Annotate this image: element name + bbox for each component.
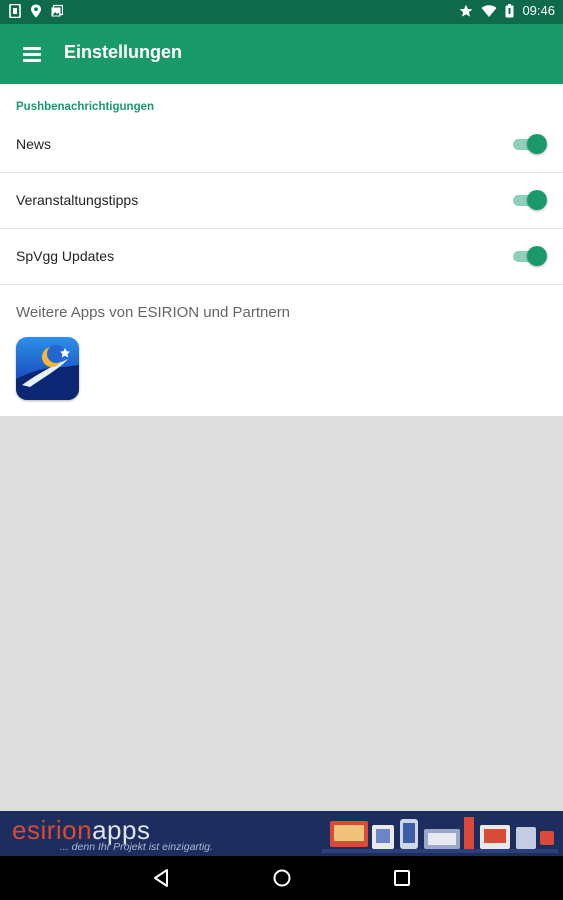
battery-icon — [505, 3, 514, 17]
settings-panel: Pushbenachrichtigungen News Veranstaltun… — [0, 84, 563, 416]
setting-label-veranstaltungstipps: Veranstaltungstipps — [16, 192, 139, 208]
setting-row-news[interactable]: News — [0, 116, 563, 173]
banner-brand: esirionapps — [12, 815, 151, 845]
toggle-veranstaltungstipps[interactable] — [511, 190, 547, 210]
status-bar: 09:46 — [0, 0, 563, 24]
wifi-icon — [481, 4, 497, 17]
setting-label-news: News — [16, 136, 52, 152]
setting-row-veranstaltungstipps[interactable]: Veranstaltungstipps — [0, 172, 563, 229]
location-icon — [31, 4, 41, 18]
sim-icon — [9, 4, 21, 18]
status-time: 09:46 — [522, 3, 555, 18]
navigation-bar — [0, 856, 563, 900]
setting-label-spvgg-updates: SpVgg Updates — [16, 248, 115, 264]
home-icon[interactable] — [270, 866, 294, 890]
app-bar: Einstellungen — [0, 24, 563, 84]
partner-app-icon[interactable] — [16, 337, 79, 400]
setting-row-spvgg-updates[interactable]: SpVgg Updates — [0, 228, 563, 285]
more-apps-label: Weitere Apps von ESIRION und Partnern — [16, 304, 291, 321]
banner-devices-illustration — [322, 817, 558, 853]
back-icon[interactable] — [150, 866, 174, 890]
toggle-news[interactable] — [511, 134, 547, 154]
ad-banner[interactable]: esirionapps ... denn Ihr Projekt ist ein… — [0, 811, 563, 856]
banner-tagline: ... denn Ihr Projekt ist einzigartig. — [60, 841, 213, 853]
star-icon — [460, 4, 473, 17]
photo-icon — [51, 4, 63, 17]
page-title: Einstellungen — [64, 42, 183, 62]
recents-icon[interactable] — [390, 866, 414, 890]
toggle-spvgg-updates[interactable] — [511, 246, 547, 266]
hamburger-menu-icon[interactable] — [20, 42, 44, 66]
section-header-push: Pushbenachrichtigungen — [16, 101, 155, 113]
